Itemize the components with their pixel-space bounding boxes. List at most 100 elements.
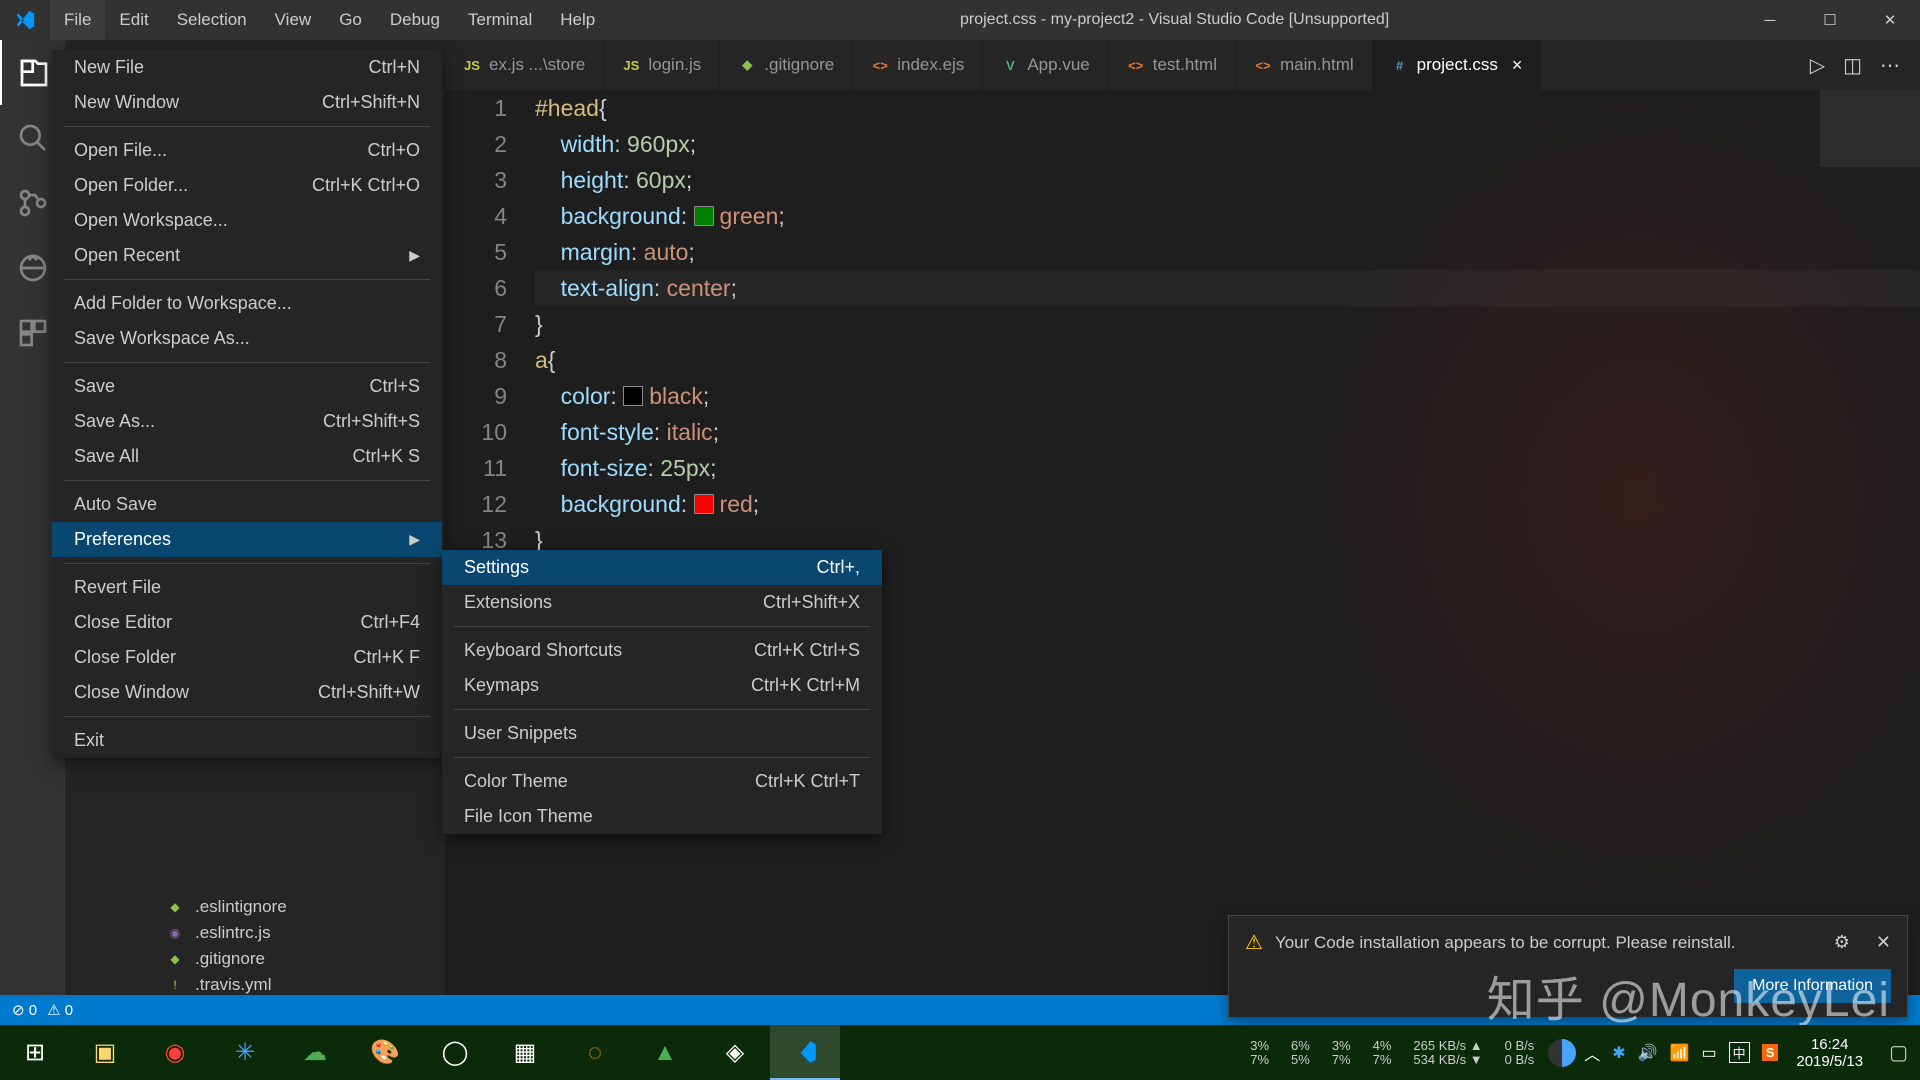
taskbar-clock[interactable]: 16:242019/5/13 (1786, 1036, 1873, 1070)
run-icon[interactable]: ▷ (1810, 53, 1825, 78)
menu-item-open-file---[interactable]: Open File...Ctrl+O (52, 133, 442, 168)
tray-battery-icon[interactable]: ▭ (1702, 1043, 1717, 1063)
code-line[interactable]: color: black; (535, 378, 1920, 414)
tab-ex-js-----store[interactable]: JSex.js ...\store (445, 40, 604, 90)
more-information-button[interactable]: More Information (1734, 969, 1891, 1003)
menu-item-close-editor[interactable]: Close EditorCtrl+F4 (52, 605, 442, 640)
tray-bluetooth-icon[interactable]: ✱ (1612, 1043, 1625, 1063)
submenu-item-user-snippets[interactable]: User Snippets (442, 716, 882, 751)
file-explorer-icon[interactable]: ▣ (70, 1025, 140, 1080)
menu-file[interactable]: File (50, 0, 105, 40)
menu-item-save[interactable]: SaveCtrl+S (52, 369, 442, 404)
menu-item-open-folder---[interactable]: Open Folder...Ctrl+K Ctrl+O (52, 168, 442, 203)
app-icon-3[interactable]: ▦ (490, 1025, 560, 1080)
tab-label: project.css (1417, 55, 1498, 75)
git-file-icon: ◆ (738, 56, 756, 74)
menu-go[interactable]: Go (325, 0, 376, 40)
menu-item-save-all[interactable]: Save AllCtrl+K S (52, 439, 442, 474)
tab-main-html[interactable]: <>main.html (1236, 40, 1373, 90)
tab-label: index.ejs (897, 55, 964, 75)
file--eslintrc-js[interactable]: ◉.eslintrc.js (65, 920, 445, 946)
file-type-icon: ◆ (165, 949, 185, 969)
code-line[interactable]: #head{ (535, 90, 1920, 126)
menu-item-new-window[interactable]: New WindowCtrl+Shift+N (52, 85, 442, 120)
disk-usage-icon[interactable] (1548, 1039, 1576, 1067)
tray-sogou-icon[interactable]: S (1762, 1044, 1779, 1061)
menu-item-auto-save[interactable]: Auto Save (52, 487, 442, 522)
app-icon-5[interactable]: ◈ (700, 1025, 770, 1080)
tab-index-ejs[interactable]: <>index.ejs (853, 40, 983, 90)
menu-item-revert-file[interactable]: Revert File (52, 570, 442, 605)
tray-wifi-icon[interactable]: 📶 (1670, 1043, 1690, 1063)
code-line[interactable]: } (535, 306, 1920, 342)
more-icon[interactable]: ⋯ (1880, 53, 1900, 78)
js-file-icon: JS (463, 56, 481, 74)
chevron-right-icon: ▶ (409, 247, 420, 264)
submenu-item-keyboard-shortcuts[interactable]: Keyboard ShortcutsCtrl+K Ctrl+S (442, 633, 882, 668)
notification-gear-icon[interactable]: ⚙ (1834, 932, 1850, 953)
menu-item-exit[interactable]: Exit (52, 723, 442, 758)
menu-item-open-workspace---[interactable]: Open Workspace... (52, 203, 442, 238)
menu-item-new-file[interactable]: New FileCtrl+N (52, 50, 442, 85)
submenu-item-settings[interactable]: SettingsCtrl+, (442, 550, 882, 585)
code-line[interactable]: margin: auto; (535, 234, 1920, 270)
submenu-item-keymaps[interactable]: KeymapsCtrl+K Ctrl+M (442, 668, 882, 703)
menu-help[interactable]: Help (546, 0, 609, 40)
menu-view[interactable]: View (261, 0, 326, 40)
code-line[interactable]: height: 60px; (535, 162, 1920, 198)
tab-login-js[interactable]: JSlogin.js (604, 40, 720, 90)
minimize-button[interactable]: ─ (1740, 0, 1800, 40)
menu-item-save-workspace-as---[interactable]: Save Workspace As... (52, 321, 442, 356)
android-studio-icon[interactable]: ▲ (630, 1025, 700, 1080)
status-warnings[interactable]: ⚠ 0 (47, 1001, 73, 1019)
file-menu-dropdown: New FileCtrl+NNew WindowCtrl+Shift+N Open… (52, 50, 442, 758)
status-errors[interactable]: ⊘ 0 (12, 1001, 37, 1019)
code-line[interactable]: a{ (535, 342, 1920, 378)
split-icon[interactable]: ◫ (1843, 53, 1862, 78)
menu-item-preferences[interactable]: Preferences▶ (52, 522, 442, 557)
file--gitignore[interactable]: ◆.gitignore (65, 946, 445, 972)
menu-selection[interactable]: Selection (163, 0, 261, 40)
menu-item-close-window[interactable]: Close WindowCtrl+Shift+W (52, 675, 442, 710)
action-center-icon[interactable]: ▢ (1889, 1040, 1908, 1065)
start-button[interactable]: ⊞ (0, 1025, 70, 1080)
submenu-item-file-icon-theme[interactable]: File Icon Theme (442, 799, 882, 834)
tab-project-css[interactable]: #project.css× (1373, 40, 1542, 90)
menu-edit[interactable]: Edit (105, 0, 162, 40)
tab-close-icon[interactable]: × (1512, 55, 1523, 76)
menu-item-save-as---[interactable]: Save As...Ctrl+Shift+S (52, 404, 442, 439)
submenu-item-color-theme[interactable]: Color ThemeCtrl+K Ctrl+T (442, 764, 882, 799)
code-line[interactable]: background: red; (535, 486, 1920, 522)
chrome-icon[interactable]: ◯ (420, 1025, 490, 1080)
code-line[interactable]: text-align: center; (535, 270, 1920, 306)
maximize-button[interactable]: ☐ (1800, 0, 1860, 40)
taskbar-stat: 265 KB/s ▲534 KB/s ▼ (1407, 1039, 1488, 1067)
code-line[interactable]: background: green; (535, 198, 1920, 234)
tab-test-html[interactable]: <>test.html (1109, 40, 1236, 90)
file--eslintignore[interactable]: ◆.eslintignore (65, 894, 445, 920)
menu-terminal[interactable]: Terminal (454, 0, 546, 40)
menu-item-close-folder[interactable]: Close FolderCtrl+K F (52, 640, 442, 675)
code-line[interactable]: font-style: italic; (535, 414, 1920, 450)
tab-app-vue[interactable]: VApp.vue (983, 40, 1108, 90)
notification-close-icon[interactable]: ✕ (1876, 932, 1891, 953)
tray-chevron-up-icon[interactable]: ︿ (1584, 1041, 1600, 1065)
app-icon-1[interactable]: ◉ (140, 1025, 210, 1080)
app-icon-4[interactable]: ◌ (560, 1025, 630, 1080)
wechat-icon[interactable]: ☁ (280, 1025, 350, 1080)
code-line[interactable]: width: 960px; (535, 126, 1920, 162)
app-icon-2[interactable]: ✳ (210, 1025, 280, 1080)
submenu-item-extensions[interactable]: ExtensionsCtrl+Shift+X (442, 585, 882, 620)
chevron-right-icon: ▶ (409, 531, 420, 548)
tab--gitignore[interactable]: ◆.gitignore (720, 40, 853, 90)
tab-label: login.js (648, 55, 701, 75)
menu-item-open-recent[interactable]: Open Recent▶ (52, 238, 442, 273)
menu-debug[interactable]: Debug (376, 0, 454, 40)
close-button[interactable]: ✕ (1860, 0, 1920, 40)
code-line[interactable]: font-size: 25px; (535, 450, 1920, 486)
tray-volume-icon[interactable]: 🔊 (1638, 1043, 1658, 1063)
tray-ime-icon[interactable]: 中 (1729, 1042, 1750, 1063)
vscode-taskbar-icon[interactable] (770, 1025, 840, 1080)
paint-icon[interactable]: 🎨 (350, 1025, 420, 1080)
menu-item-add-folder-to-workspace---[interactable]: Add Folder to Workspace... (52, 286, 442, 321)
